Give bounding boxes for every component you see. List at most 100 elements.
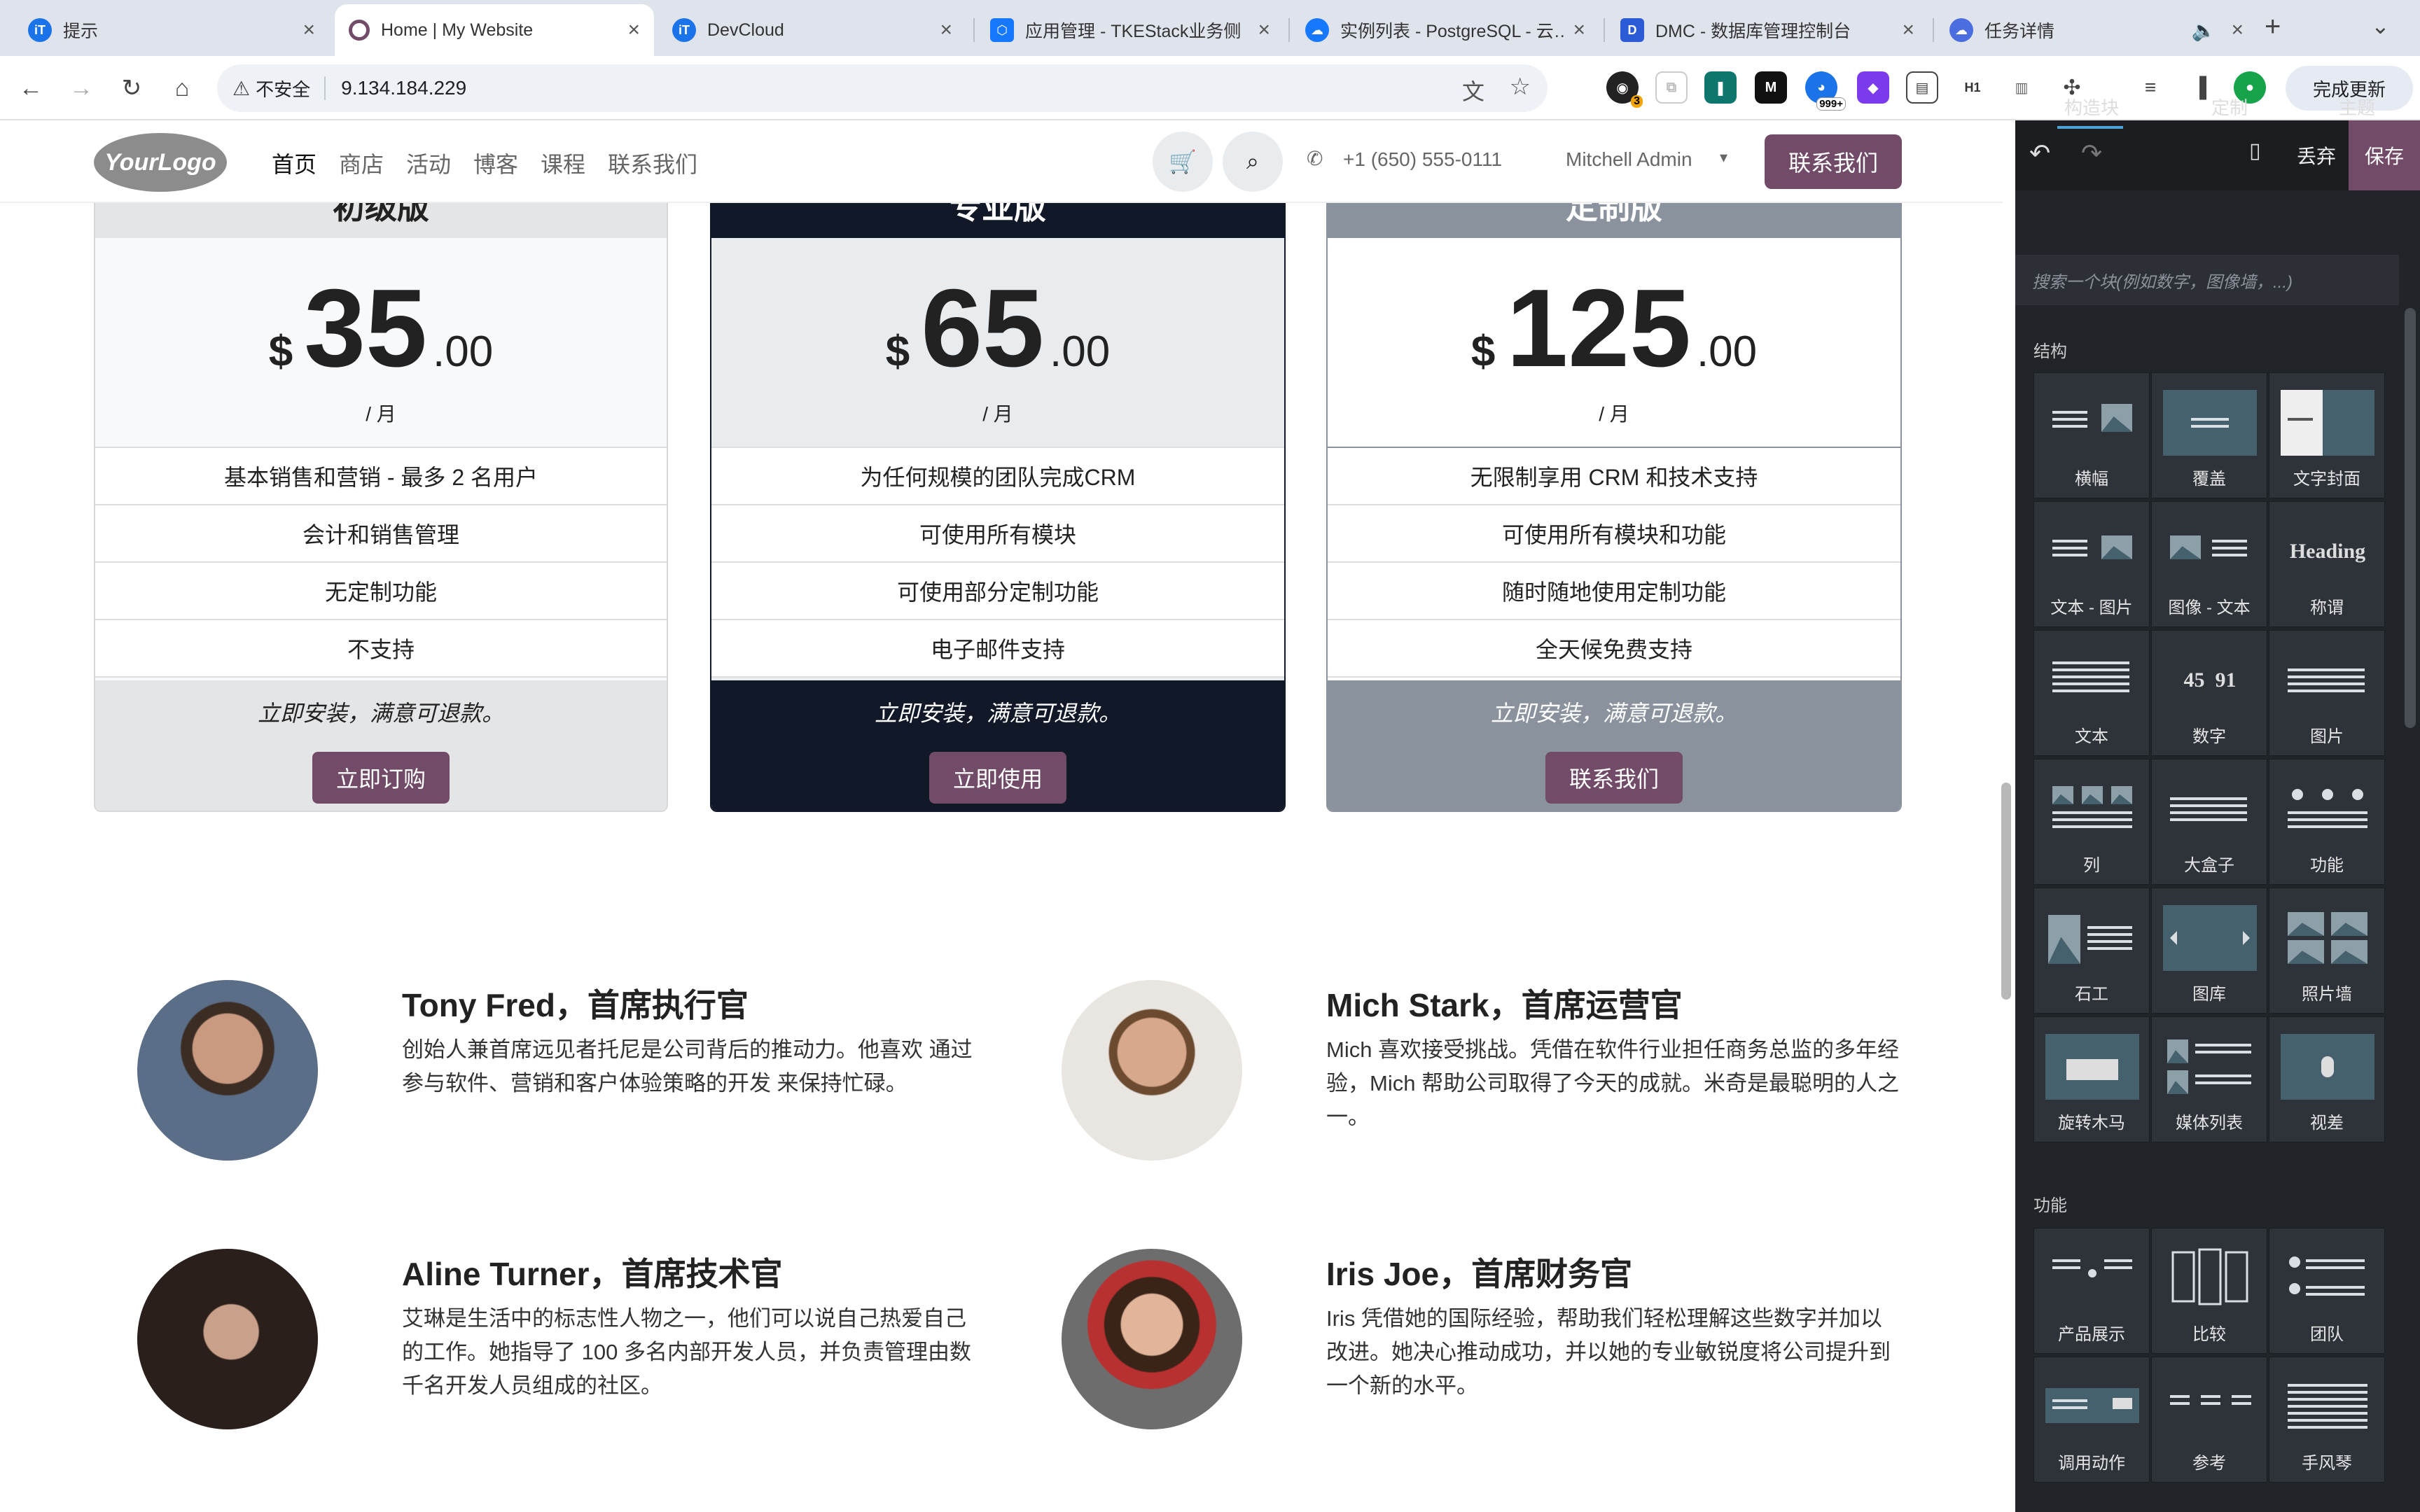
tab-separator (1288, 18, 1290, 42)
block-thumbnail-icon (2163, 390, 2257, 456)
undo-icon[interactable]: ↶ (2029, 139, 2050, 168)
tab-customize[interactable]: 定制 (2211, 94, 2248, 120)
contact-us-button[interactable]: 联系我们 (1545, 752, 1683, 804)
currency-symbol: $ (268, 328, 293, 376)
price-period: / 月 (982, 403, 1013, 425)
block-tile[interactable]: 照片墙 (2269, 888, 2385, 1014)
active-tab-indicator (2057, 126, 2123, 129)
browser-tab[interactable]: ☁ 任务详情 🔈 × (1935, 4, 2258, 56)
address-bar[interactable]: ⚠ 不安全 9.134.184.229 文 ☆ (217, 64, 1548, 112)
save-button[interactable]: 保存 (2349, 120, 2420, 190)
close-tab-icon[interactable]: × (940, 18, 952, 42)
header-contact-button[interactable]: 联系我们 (1765, 134, 1902, 189)
phone-number[interactable]: +1 (650) 555-0111 (1343, 148, 1502, 171)
user-menu[interactable]: Mitchell Admin (1566, 148, 1692, 171)
nav-shop[interactable]: 商店 (339, 147, 384, 179)
price-amount: 35 (304, 267, 428, 390)
close-tab-icon[interactable]: × (627, 18, 640, 42)
nav-courses[interactable]: 课程 (541, 147, 585, 179)
close-tab-icon[interactable]: × (302, 18, 315, 42)
browser-tab-active[interactable]: Home | My Website × (335, 4, 654, 56)
close-tab-icon[interactable]: × (1258, 18, 1270, 42)
bug-extension-icon[interactable]: ◕ 999+ (1805, 71, 1846, 111)
reading-list-icon[interactable]: ≡ (2134, 71, 2167, 104)
book-extension-icon[interactable]: ❚ (1704, 71, 1737, 104)
site-logo[interactable]: YourLogo (94, 133, 227, 192)
block-tile[interactable]: 功能 (2269, 759, 2385, 885)
team-member-bio: 艾琳是生活中的标志性人物之一，他们可以说自己热爱自己的工作。她指导了 100 多… (402, 1306, 971, 1398)
close-tab-icon[interactable]: × (1902, 18, 1914, 42)
block-thumbnail-icon (2045, 1034, 2139, 1100)
block-tile[interactable]: 覆盖 (2151, 372, 2267, 498)
browser-tab[interactable]: D DMC - 数据库管理控制台 × (1606, 4, 1928, 56)
extension-icon[interactable]: ◉ 3 (1606, 71, 1643, 108)
back-arrow-icon[interactable]: ← (13, 70, 49, 106)
mobile-preview-icon[interactable]: ▯ (2249, 139, 2261, 163)
block-tile[interactable]: 文本 - 图片 (2033, 501, 2150, 627)
block-tile[interactable]: 文本 (2033, 630, 2150, 756)
block-tile[interactable]: 大盒子 (2151, 759, 2267, 885)
new-tab-button[interactable]: + (2265, 11, 2281, 43)
redo-icon[interactable]: ↷ (2081, 139, 2102, 168)
id-card-extension-icon[interactable]: ▤ (1906, 71, 1938, 104)
order-now-button[interactable]: 立即订购 (312, 752, 450, 804)
purple-extension-icon[interactable]: ◆ (1857, 71, 1889, 104)
tab-theme[interactable]: 主题 (2339, 94, 2375, 120)
home-icon[interactable]: ⌂ (164, 70, 200, 106)
nav-home[interactable]: 首页 (272, 147, 317, 179)
reload-icon[interactable]: ↻ (113, 70, 150, 106)
browser-tab[interactable]: iT DevCloud × (658, 4, 966, 56)
browser-tab[interactable]: ⬡ 应用管理 - TKEStack业务侧 × (976, 4, 1284, 56)
block-tile[interactable]: 图库 (2151, 888, 2267, 1014)
block-tile-label: 图像 - 文本 (2168, 598, 2251, 617)
use-now-button[interactable]: 立即使用 (929, 752, 1066, 804)
caret-down-icon[interactable]: ▾ (1720, 148, 1727, 167)
block-search-input[interactable]: 搜索一个块(例如数字，图像墙，...) (2015, 255, 2399, 305)
editor-scrollbar[interactable] (2405, 308, 2416, 728)
page-scrollbar[interactable] (2001, 783, 2011, 1000)
block-tile-label: 大盒子 (2184, 856, 2234, 875)
mute-tab-icon[interactable]: 🔈 (2192, 19, 2216, 42)
block-tile[interactable]: 调用动作 (2033, 1357, 2150, 1483)
block-tile[interactable]: 比较 (2151, 1228, 2267, 1354)
bookmark-star-icon[interactable]: ☆ (1510, 73, 1531, 101)
currency-symbol: $ (1470, 328, 1496, 376)
translate-icon[interactable]: 文 (1462, 74, 1484, 106)
block-tile[interactable]: 列 (2033, 759, 2150, 885)
block-tile[interactable]: 图片 (2269, 630, 2385, 756)
markdown-extension-icon[interactable]: M (1755, 71, 1787, 104)
block-tile[interactable]: 旋转木马 (2033, 1016, 2150, 1142)
section-title-structure: 结构 (2033, 342, 2067, 361)
tab-blocks[interactable]: 构造块 (2064, 94, 2119, 120)
block-tile[interactable]: 45 91 数字 (2151, 630, 2267, 756)
cart-icon[interactable]: 🛒 (1153, 132, 1213, 192)
discard-button[interactable]: 丢弃 (2297, 141, 2336, 169)
block-tile[interactable]: 文字封面 (2269, 372, 2385, 498)
close-tab-icon[interactable]: × (1573, 18, 1585, 42)
block-tile[interactable]: Heading 称谓 (2269, 501, 2385, 627)
block-tile[interactable]: 石工 (2033, 888, 2150, 1014)
nav-contact[interactable]: 联系我们 (608, 147, 697, 179)
search-icon[interactable]: ⌕ (1223, 132, 1283, 192)
block-tile[interactable]: 团队 (2269, 1228, 2385, 1354)
block-tile[interactable]: 图像 - 文本 (2151, 501, 2267, 627)
browser-tab[interactable]: ☁ 实例列表 - PostgreSQL - 云… × (1291, 4, 1599, 56)
block-tile[interactable]: 产品展示 (2033, 1228, 2150, 1354)
app-extension-icon[interactable]: ▥ (2005, 71, 2038, 104)
block-tile[interactable]: 横幅 (2033, 372, 2150, 498)
block-tile[interactable]: 参考 (2151, 1357, 2267, 1483)
tab-favicon-icon (349, 20, 370, 41)
block-tile[interactable]: 手风琴 (2269, 1357, 2385, 1483)
close-tab-icon[interactable]: × (2231, 18, 2244, 42)
heading-extension-icon[interactable]: H1 (1956, 71, 1989, 104)
block-tile[interactable]: 视差 (2269, 1016, 2385, 1142)
block-thumbnail-icon (2045, 390, 2139, 456)
block-tile[interactable]: 媒体列表 (2151, 1016, 2267, 1142)
tab-search-chevron-icon[interactable]: ⌄ (2371, 13, 2390, 39)
nav-events[interactable]: 活动 (406, 147, 451, 179)
browser-tab[interactable]: iT 提示 × (14, 4, 329, 56)
nav-blog[interactable]: 博客 (473, 147, 518, 179)
price-amount: 125 (1506, 267, 1691, 390)
forward-arrow-icon[interactable]: → (63, 70, 99, 106)
copy-extension-icon[interactable]: ⧉ (1655, 71, 1688, 104)
